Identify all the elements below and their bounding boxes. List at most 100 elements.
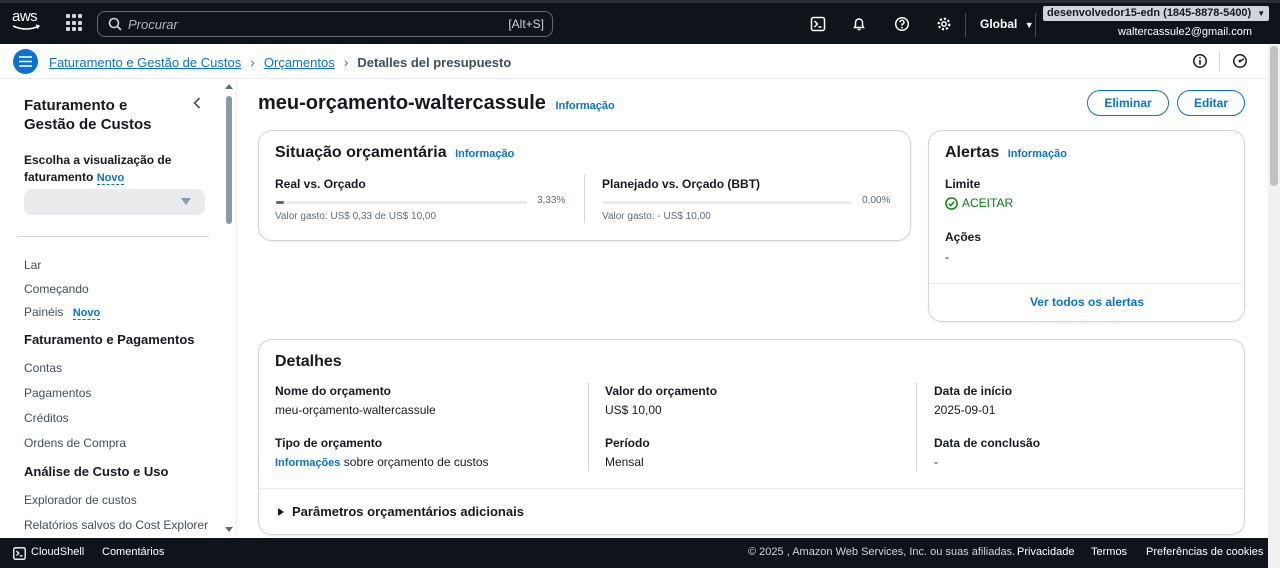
- info-link[interactable]: Informação: [1008, 148, 1067, 160]
- sidebar-item-saved-reports[interactable]: Relatórios salvos do Cost Explorer: [24, 518, 208, 532]
- sidebar-item-payments[interactable]: Pagamentos: [24, 386, 91, 400]
- actual-percent: 3,33%: [537, 195, 566, 206]
- breadcrumb-billing[interactable]: Faturamento e Gestão de Custos: [49, 55, 241, 70]
- region-selector[interactable]: Global ▼: [980, 17, 1034, 31]
- user-email: waltercassule2@gmail.com: [1117, 26, 1252, 38]
- budget-amount-label: Valor do orçamento: [605, 384, 718, 398]
- actions-value: -: [945, 250, 949, 264]
- divider: [1219, 51, 1220, 71]
- search-shortcut: [Alt+S]: [508, 17, 544, 31]
- sidebar-item-label: Painéis: [24, 305, 64, 319]
- divider: [965, 13, 966, 37]
- planned-spent: Valor gasto: - US$ 10,00: [602, 211, 711, 222]
- services-menu-icon[interactable]: [66, 14, 84, 32]
- budget-amount-value: US$ 10,00: [605, 403, 662, 417]
- budget-type-label: Tipo de orçamento: [275, 436, 383, 450]
- card-title-text: Alertas: [945, 144, 1000, 161]
- end-date-value: -: [934, 455, 938, 469]
- delete-button[interactable]: Eliminar: [1087, 90, 1169, 116]
- actual-progress-bar: [276, 201, 527, 204]
- budget-name-value: meu-orçamento-waltercassule: [275, 403, 436, 417]
- footer: CloudShell Comentários © 2025 , Amazon W…: [0, 538, 1268, 568]
- sidebar-section-billing: Faturamento e Pagamentos: [24, 332, 195, 347]
- sidebar-title[interactable]: Faturamento e Gestão de Custos: [24, 96, 174, 134]
- actions-label: Ações: [945, 230, 982, 244]
- start-date-value: 2025-09-01: [934, 403, 996, 417]
- sidebar-item-credits[interactable]: Créditos: [24, 411, 69, 425]
- alerts-card: Alertas Informação Limite ACEITAR Ações …: [928, 130, 1245, 322]
- settings-gear-icon[interactable]: [934, 14, 954, 34]
- additional-parameters-expander[interactable]: Parâmetros orçamentários adicionais: [278, 504, 524, 519]
- info-link[interactable]: Informação: [555, 100, 614, 112]
- notifications-bell-icon[interactable]: [849, 14, 869, 34]
- new-badge[interactable]: Novo: [96, 172, 125, 185]
- sidebar-scrollbar[interactable]: [224, 84, 234, 538]
- sidebar-item-getting-started[interactable]: Começando: [24, 282, 89, 296]
- scroll-up-icon[interactable]: [225, 84, 233, 89]
- breadcrumb-budgets[interactable]: Orçamentos: [264, 55, 335, 70]
- period-value: Mensal: [605, 455, 644, 469]
- scrollbar-thumb[interactable]: [1270, 46, 1278, 186]
- search-icon: [108, 17, 122, 31]
- edit-button[interactable]: Editar: [1177, 90, 1245, 116]
- caret-down-icon: [181, 198, 191, 205]
- copyright-text: © 2025 , Amazon Web Services, Inc. ou su…: [748, 546, 1016, 558]
- limit-label: Limite: [945, 177, 981, 191]
- planned-percent: 0,00%: [862, 195, 891, 206]
- feedback-link[interactable]: Comentários: [102, 546, 164, 558]
- search-placeholder: Procurar: [128, 16, 178, 32]
- budget-name-label: Nome do orçamento: [275, 384, 392, 398]
- top-navigation: aws Procurar [Alt+S] Global ▼ desenvolve…: [0, 0, 1280, 44]
- actual-vs-budget-label: Real vs. Orçado: [275, 177, 366, 191]
- chevron-right-icon: ›: [343, 54, 349, 70]
- info-panel-icon[interactable]: [1192, 53, 1208, 69]
- billing-view-select[interactable]: [24, 189, 205, 215]
- start-date-label: Data de início: [934, 384, 1013, 398]
- help-icon[interactable]: [892, 14, 912, 34]
- search-input[interactable]: Procurar [Alt+S]: [97, 11, 553, 37]
- divider: [916, 383, 917, 471]
- page-scrollbar[interactable]: [1268, 44, 1280, 568]
- budget-type-text: sobre orçamento de custos: [343, 455, 489, 469]
- view-all-alerts-link[interactable]: Ver todos os alertas: [929, 295, 1245, 309]
- breadcrumb: Faturamento e Gestão de Custos › Orçamen…: [49, 54, 511, 70]
- caret-right-icon: [278, 507, 284, 516]
- close-sidebar-icon[interactable]: [190, 96, 204, 110]
- sidebar-item-purchase-orders[interactable]: Ordens de Compra: [24, 436, 126, 450]
- aws-logo-text: aws: [12, 8, 38, 25]
- cloudshell-icon[interactable]: [808, 14, 828, 34]
- divider: [259, 488, 1245, 489]
- cookie-preferences-link[interactable]: Preferências de cookies: [1146, 546, 1263, 558]
- side-navigation-toggle[interactable]: [13, 49, 38, 74]
- new-badge[interactable]: Novo: [72, 307, 101, 320]
- card-title: Alertas Informação: [945, 144, 1067, 162]
- divider: [929, 283, 1245, 284]
- planned-vs-budget-label: Planejado vs. Orçado (BBT): [602, 177, 761, 191]
- divider: [17, 236, 209, 237]
- terms-link[interactable]: Termos: [1091, 546, 1127, 558]
- info-link[interactable]: Informações: [275, 457, 340, 469]
- region-label: Global: [980, 17, 1018, 31]
- sidebar-item-bills[interactable]: Contas: [24, 361, 62, 375]
- scrollbar-thumb[interactable]: [226, 96, 232, 224]
- breadcrumb-current: Detalles del presupuesto: [357, 54, 512, 70]
- side-navigation: Faturamento e Gestão de Custos Escolha a…: [0, 80, 237, 538]
- sidebar-section-cost-analysis: Análise de Custo e Uso: [24, 464, 169, 479]
- privacy-link[interactable]: Privacidade: [1017, 546, 1074, 558]
- sidebar-item-dashboards[interactable]: Painéis Novo: [24, 305, 101, 320]
- cloudshell-link[interactable]: CloudShell: [31, 546, 84, 558]
- limit-status-text: ACEITAR: [962, 196, 1014, 210]
- card-title-text: Situação orçamentária: [275, 144, 447, 161]
- sidebar-item-cost-explorer[interactable]: Explorador de custos: [24, 493, 137, 507]
- account-menu[interactable]: desenvolvedor15-edn (1845-8878-5400) ▼: [1043, 6, 1270, 21]
- info-link[interactable]: Informação: [455, 148, 514, 160]
- scroll-down-icon[interactable]: [225, 527, 233, 532]
- planned-progress-bar: [602, 201, 852, 204]
- history-icon[interactable]: [1232, 53, 1248, 69]
- sidebar-item-home[interactable]: Lar: [24, 258, 41, 272]
- card-title: Situação orçamentária Informação: [275, 144, 514, 162]
- aws-logo[interactable]: aws: [12, 9, 44, 37]
- end-date-label: Data de conclusão: [934, 436, 1041, 450]
- account-label: desenvolvedor15-edn (1845-8878-5400): [1047, 7, 1252, 19]
- limit-status: ACEITAR: [945, 196, 1013, 210]
